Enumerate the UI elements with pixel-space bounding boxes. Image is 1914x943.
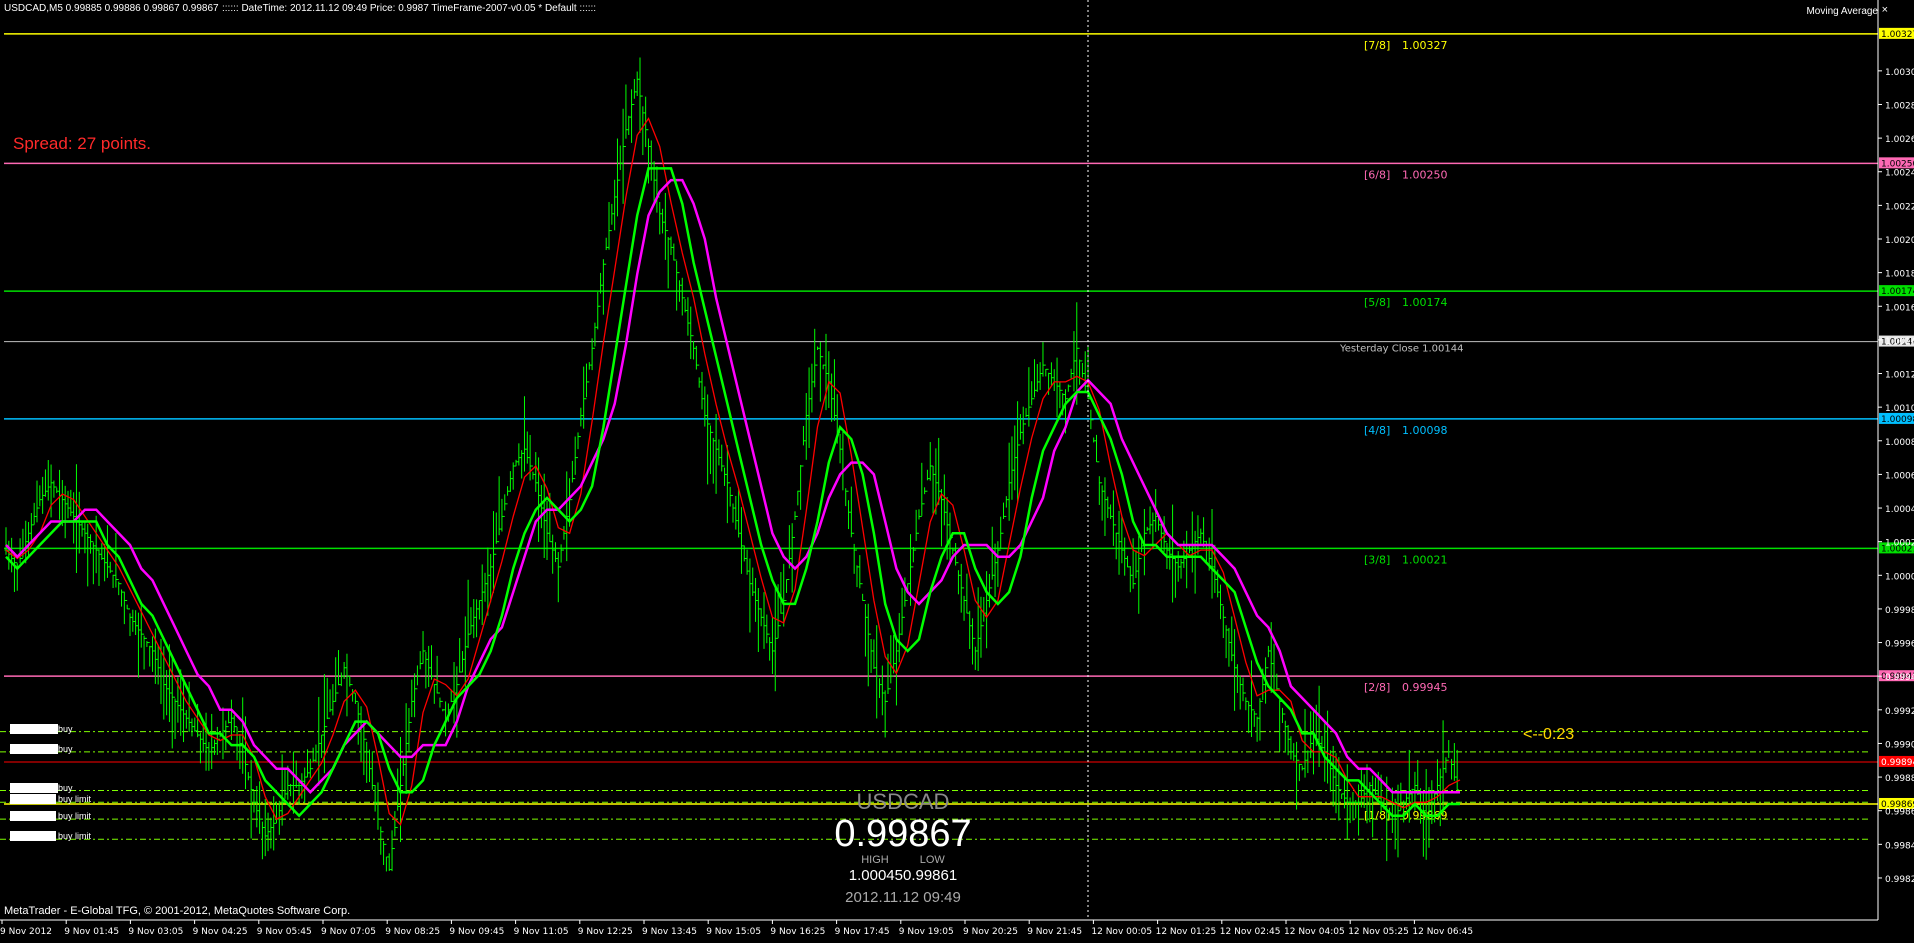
- spread-text: Spread: 27 points.: [13, 134, 151, 153]
- x-tick-label: 12 Nov 05:25: [1348, 927, 1409, 937]
- order-tag: [10, 782, 58, 793]
- murrey-value: 1.00174: [1402, 296, 1448, 309]
- order-tag: [10, 831, 56, 842]
- murrey-tag: [4/8]: [1364, 424, 1390, 437]
- y-tick-label: 0.99885: [1885, 774, 1914, 784]
- order-label: buy limit: [58, 794, 92, 805]
- order-label: buy: [58, 743, 73, 754]
- yesterday-close-label: Yesterday Close 1.00144: [1339, 344, 1464, 355]
- y-tick-label: 1.00085: [1885, 438, 1914, 448]
- footer-copyright: MetaTrader - E-Global TFG, © 2001-2012, …: [4, 905, 351, 917]
- order-tag: [10, 794, 56, 805]
- y-tick-label: 0.99825: [1885, 875, 1914, 885]
- y-tick-label: 0.99865: [1885, 808, 1914, 818]
- high-low-labels: HIGH LOW: [780, 854, 1026, 867]
- x-tick-label: 9 Nov 21:45: [1027, 927, 1082, 937]
- high-label: HIGH: [861, 854, 889, 866]
- murrey-value: 0.99945: [1402, 681, 1448, 694]
- y-tick-label: 1.00005: [1885, 572, 1914, 582]
- high-low-values: 1.000450.99861: [848, 867, 958, 884]
- close-icon[interactable]: ×: [1882, 4, 1888, 16]
- murrey-tag: [2/8]: [1364, 681, 1390, 694]
- order-tag: [10, 743, 58, 754]
- x-tick-label: 9 Nov 11:05: [514, 927, 569, 937]
- order-tag: [10, 811, 56, 822]
- y-tick-label: 1.00245: [1885, 169, 1914, 179]
- y-tick-label: 1.00225: [1885, 202, 1914, 212]
- y-tick-label: 1.00105: [1885, 404, 1914, 414]
- murrey-tag: [7/8]: [1364, 39, 1390, 52]
- x-tick-label: 9 Nov 17:45: [835, 927, 890, 937]
- y-tick-label: 1.00045: [1885, 505, 1914, 515]
- info-panel: USDCAD 0.99867 HIGH LOW 1.000450.99861 2…: [780, 789, 1026, 907]
- y-tick-label: 0.99905: [1885, 740, 1914, 750]
- info-symbol: USDCAD: [856, 789, 950, 814]
- axis-price-tag-label: 1.00098: [1881, 415, 1914, 425]
- murrey-value: 1.00327: [1402, 39, 1448, 52]
- info-time: 2012.11.12 09:49: [845, 889, 961, 906]
- y-tick-label: 1.00165: [1885, 303, 1914, 313]
- axis-price-tag-label: 1.00174: [1881, 287, 1914, 297]
- y-tick-label: 1.00185: [1885, 270, 1914, 280]
- x-tick-label: 9 Nov 20:25: [963, 927, 1018, 937]
- x-tick-label: 9 Nov 09:45: [449, 927, 504, 937]
- bar-countdown: <--0:23: [1523, 726, 1575, 743]
- indicator-label[interactable]: Moving Average: [1806, 6, 1878, 17]
- x-tick-label: 12 Nov 00:05: [1091, 927, 1152, 937]
- murrey-value: 1.00098: [1402, 424, 1448, 437]
- y-tick-label: 1.00285: [1885, 101, 1914, 111]
- order-label: buy: [58, 782, 73, 793]
- x-tick-label: 9 Nov 08:25: [385, 927, 440, 937]
- x-tick-label: 9 Nov 16:25: [770, 927, 825, 937]
- x-tick-label: 9 Nov 19:05: [899, 927, 954, 937]
- x-tick-label: 9 Nov 04:25: [193, 927, 248, 937]
- x-tick-label: 9 Nov 15:05: [706, 927, 761, 937]
- x-tick-label: 12 Nov 06:45: [1412, 927, 1473, 937]
- info-line: :::::: DateTime: 2012.11.12 09:49 Price:…: [222, 3, 597, 14]
- y-tick-label: 1.00065: [1885, 471, 1914, 481]
- x-tick-label: 12 Nov 01:25: [1156, 927, 1217, 937]
- x-tick-label: 12 Nov 04:05: [1284, 927, 1345, 937]
- axis-price-tag-label: 0.99894: [1881, 758, 1914, 768]
- order-label: buy limit: [58, 811, 92, 822]
- x-tick-label: 12 Nov 02:45: [1220, 927, 1281, 937]
- y-tick-label: 0.99965: [1885, 640, 1914, 650]
- order-tag: [10, 723, 58, 734]
- x-tick-label: 9 Nov 07:05: [321, 927, 376, 937]
- x-tick-label: 9 Nov 05:45: [257, 927, 312, 937]
- order-label: buy limit: [58, 831, 92, 842]
- y-tick-label: 1.00025: [1885, 539, 1914, 549]
- y-tick-label: 0.99925: [1885, 707, 1914, 717]
- x-tick-label: 9 Nov 03:05: [128, 927, 183, 937]
- x-tick-label: 9 Nov 01:45: [64, 927, 119, 937]
- y-tick-label: 1.00205: [1885, 236, 1914, 246]
- y-tick-label: 0.99845: [1885, 841, 1914, 851]
- murrey-tag: [5/8]: [1364, 296, 1390, 309]
- y-tick-label: 1.00305: [1885, 68, 1914, 78]
- murrey-value: 1.00021: [1402, 553, 1448, 566]
- axis-price-tag-label: 1.00327: [1881, 30, 1914, 40]
- symbol-info: USDCAD,M5 0.99885 0.99886 0.99867 0.9986…: [4, 3, 219, 14]
- x-tick-label: 9 Nov 2012: [0, 927, 52, 937]
- y-tick-label: 0.99945: [1885, 673, 1914, 683]
- y-tick-label: 1.00125: [1885, 371, 1914, 381]
- order-label: buy: [58, 723, 73, 734]
- murrey-tag: [3/8]: [1364, 553, 1390, 566]
- low-label: LOW: [919, 854, 945, 866]
- x-tick-label: 9 Nov 12:25: [578, 927, 633, 937]
- murrey-value: 1.00250: [1402, 168, 1448, 181]
- info-price: 0.99867: [834, 813, 972, 855]
- murrey-tag: [6/8]: [1364, 168, 1390, 181]
- y-tick-label: 0.99985: [1885, 606, 1914, 616]
- y-tick-label: 1.00145: [1885, 337, 1914, 347]
- y-tick-label: 1.00265: [1885, 135, 1914, 145]
- x-tick-label: 9 Nov 13:45: [642, 927, 697, 937]
